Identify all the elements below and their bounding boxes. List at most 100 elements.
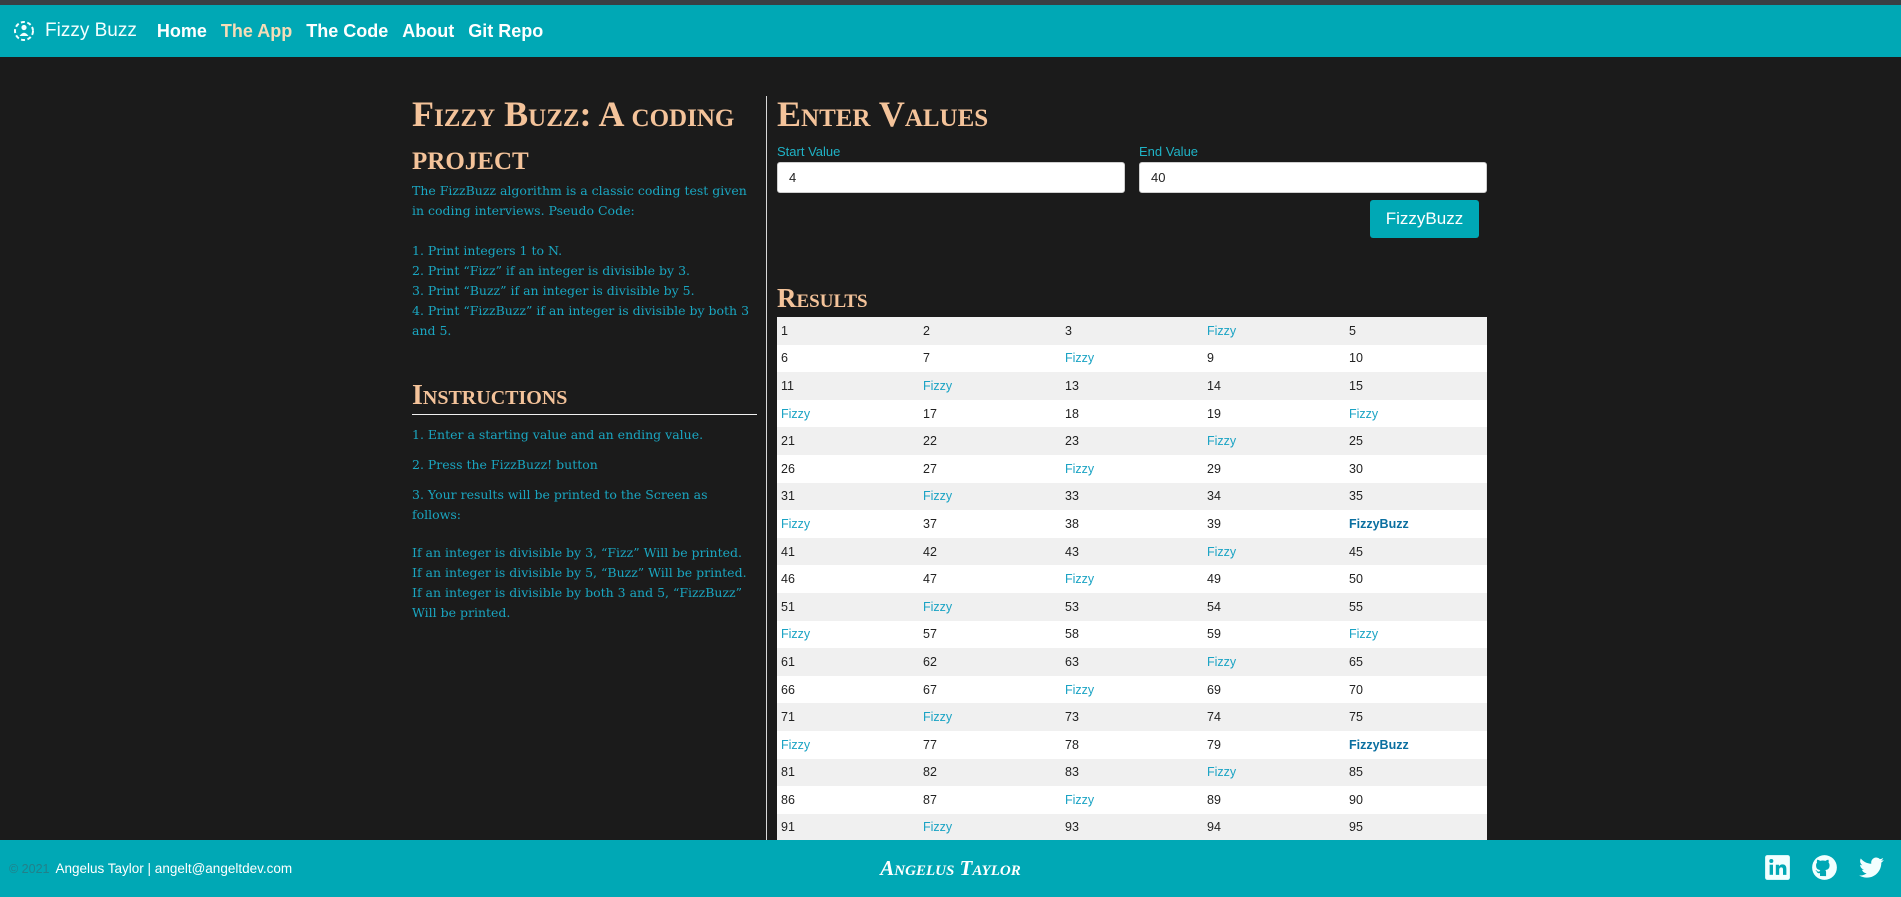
table-cell: Fizzy [781,627,811,642]
table-cell: 34 [1207,489,1221,504]
end-value-input[interactable] [1139,162,1487,193]
table-cell: 89 [1207,792,1221,807]
table-cell: Fizzy [1207,323,1237,338]
brand-name: Fizzy Buzz [45,20,137,41]
table-cell: 14 [1207,378,1221,393]
table-cell: 91 [781,820,795,835]
table-cell: Fizzy [1065,572,1095,587]
table-cell: 26 [781,461,795,476]
table-cell: 93 [1065,820,1079,835]
step-4: 4. Print “FizzBuzz” if an integer is div… [412,303,750,338]
table-cell: 29 [1207,461,1221,476]
table-cell: FizzyBuzz [1349,516,1409,531]
table-cell: 47 [923,572,937,587]
nav-the-app[interactable]: The App [221,21,292,42]
table-cell: Fizzy [1065,461,1095,476]
button-row: FizzyBuzz [777,200,1479,238]
table-row: 21 22 23 Fizzy 25 [777,427,1487,455]
table-row: 26 27 Fizzy 29 30 [777,454,1487,483]
table-row: 71 Fizzy 73 74 75 [777,703,1487,731]
navbar: Fizzy Buzz Home The App The Code About G… [0,5,1901,57]
table-cell: 15 [1349,378,1363,393]
brand-link[interactable]: Fizzy Buzz [12,19,137,43]
table-cell: Fizzy [1065,682,1095,697]
table-cell: 23 [1065,434,1079,449]
table-row: 81 82 83 Fizzy 85 [777,758,1487,787]
table-cell: 66 [781,682,795,697]
instruction-1: 1. Enter a starting value and an ending … [412,427,704,442]
table-cell: 54 [1207,599,1221,614]
table-cell: FizzyBuzz [1349,737,1409,752]
table-row: Fizzy 77 78 79 FizzyBuzz [777,730,1487,759]
table-cell: 62 [923,654,937,669]
instructions: 1. Enter a starting value and an ending … [412,425,757,623]
table-row: 51 Fizzy 53 54 55 [777,592,1487,621]
table-row: 46 47 Fizzy 49 50 [777,565,1487,593]
table-cell: Fizzy [1207,544,1237,559]
table-cell: 51 [781,599,795,614]
start-value-input[interactable] [777,162,1125,193]
table-cell: 75 [1349,710,1363,725]
footer: © 2021 Angelus Taylor | angelt@angeltdev… [0,840,1901,897]
table-cell: 86 [781,792,795,807]
form-title: Enter Values [777,94,989,134]
table-cell: 1 [781,323,788,338]
table-row: 31 Fizzy 33 34 35 [777,482,1487,511]
table-cell: Fizzy [923,378,953,393]
table-cell: 46 [781,572,795,587]
nav-about[interactable]: About [402,21,454,42]
fizzybuzz-button[interactable]: FizzyBuzz [1370,200,1479,238]
table-cell: Fizzy [1065,792,1095,807]
nav-git-repo[interactable]: Git Repo [468,21,543,42]
table-row: 61 62 63 Fizzy 65 [777,648,1487,676]
table-cell: 38 [1065,516,1079,531]
table-cell: Fizzy [923,820,953,835]
table-cell: 10 [1349,351,1363,366]
table-row: 66 67 Fizzy 69 70 [777,675,1487,704]
results-table: 1 2 3 Fizzy 5 6 7 Fizzy 9 10 11 Fizzy 13 14 15 Fizzy 17 1… [777,317,1487,842]
start-value-label: Start Value [777,144,841,159]
table-cell: Fizzy [781,406,811,421]
table-cell: 73 [1065,710,1079,725]
table-cell: 82 [923,765,937,780]
app-column: Enter Values Start Value End Value Fizzy… [777,93,1487,842]
table-cell: 79 [1207,737,1221,752]
nav-home[interactable]: Home [157,21,207,42]
table-row: 1 2 3 Fizzy 5 [777,317,1487,345]
table-cell: 55 [1349,599,1363,614]
table-cell: 83 [1065,765,1079,780]
table-cell: 58 [1065,627,1079,642]
linkedin-icon[interactable] [1764,854,1791,881]
table-row: Fizzy 17 18 19 Fizzy [777,399,1487,428]
table-cell: Fizzy [1207,765,1237,780]
table-cell: 18 [1065,406,1079,421]
table-cell: 7 [923,351,930,366]
table-cell: 22 [923,434,937,449]
table-cell: 81 [781,765,795,780]
results-title: Results [777,283,868,313]
logo-icon [14,21,34,41]
nav-the-code[interactable]: The Code [306,21,388,42]
table-cell: Fizzy [1349,627,1379,642]
table-cell: Fizzy [1065,351,1095,366]
table-row: 41 42 43 Fizzy 45 [777,537,1487,566]
github-icon[interactable] [1811,854,1838,881]
table-cell: 71 [781,710,795,725]
table-cell: 33 [1065,489,1079,504]
table-cell: 35 [1349,489,1363,504]
table-cell: 11 [781,378,794,393]
instructions-title: Instructions [412,379,757,415]
table-cell: 37 [923,516,937,531]
step-1: 1. Print integers 1 to N. [412,243,563,258]
table-cell: 50 [1349,572,1363,587]
start-field: Start Value [777,144,1125,193]
table-cell: 85 [1349,765,1363,780]
table-cell: 9 [1207,351,1214,366]
table-cell: 3 [1065,323,1072,338]
twitter-icon[interactable] [1858,854,1885,881]
instruction-3: 3. Your results will be printed to the S… [412,487,708,522]
table-cell: 5 [1349,323,1356,338]
table-cell: 94 [1207,820,1221,835]
table-cell: 21 [781,434,795,449]
table-cell: Fizzy [1349,406,1379,421]
